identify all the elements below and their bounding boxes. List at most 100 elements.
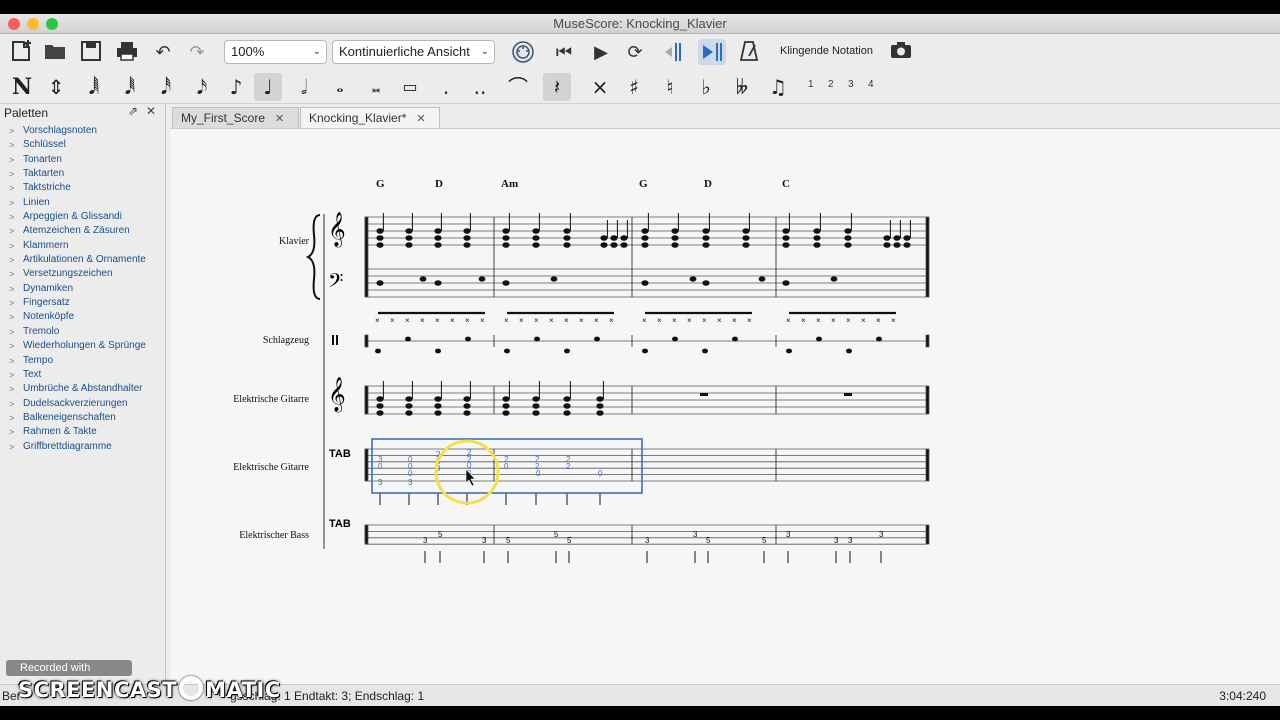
percussion-clef-icon[interactable]: [336, 335, 338, 345]
chord-symbol[interactable]: D: [435, 178, 443, 190]
hihat-note[interactable]: ×: [375, 316, 380, 325]
notehead[interactable]: [463, 228, 471, 234]
tie-icon[interactable]: ⌒: [504, 73, 532, 101]
bass-fret-number[interactable]: 5: [567, 536, 572, 545]
hihat-note[interactable]: ×: [861, 316, 866, 325]
bass-fret-number[interactable]: 3: [848, 536, 853, 545]
close-tab-icon[interactable]: ✕: [275, 113, 284, 125]
notehead[interactable]: [641, 235, 649, 241]
chord-symbol[interactable]: C: [782, 178, 790, 190]
notehead[interactable]: [671, 242, 679, 248]
notehead[interactable]: [844, 235, 852, 241]
bass-fret-number[interactable]: 3: [879, 530, 884, 539]
score-canvas[interactable]: G D Am G D C Klavier Schlagzeug Elektris…: [170, 128, 1280, 694]
notehead[interactable]: [782, 242, 790, 248]
notehead[interactable]: [405, 336, 411, 342]
notehead[interactable]: [610, 235, 618, 241]
notehead[interactable]: [758, 276, 766, 282]
bass-clef-icon[interactable]: 𝄢: [328, 269, 343, 297]
notehead[interactable]: [642, 348, 648, 354]
note-half-icon[interactable]: 𝅗𝅥: [290, 73, 318, 101]
natural-icon[interactable]: ♮: [656, 73, 684, 101]
palette-item[interactable]: Atemzeichen & Zäsuren: [0, 224, 166, 238]
palette-item[interactable]: Griffbrettdiagramme: [0, 440, 166, 454]
notehead[interactable]: [563, 410, 571, 416]
hihat-note[interactable]: ×: [504, 316, 509, 325]
notehead[interactable]: [702, 348, 708, 354]
notehead[interactable]: [502, 228, 510, 234]
notehead[interactable]: [742, 235, 750, 241]
notehead[interactable]: [782, 235, 790, 241]
midi-input-icon[interactable]: [508, 39, 538, 65]
hihat-note[interactable]: ×: [594, 316, 599, 325]
palette-item[interactable]: Text: [0, 368, 166, 382]
notehead[interactable]: [903, 235, 911, 241]
voice-3-button[interactable]: 3: [848, 79, 854, 90]
notehead[interactable]: [563, 396, 571, 402]
tab-fret-number[interactable]: 0: [598, 469, 603, 478]
treble-clef-icon[interactable]: 𝄞: [328, 212, 346, 248]
view-mode-select[interactable]: Kontinuierliche Ansicht ⌄: [332, 40, 495, 64]
chord-symbol[interactable]: G: [376, 178, 385, 190]
notehead[interactable]: [620, 242, 628, 248]
notehead[interactable]: [782, 228, 790, 234]
notehead[interactable]: [434, 403, 442, 409]
hihat-note[interactable]: ×: [579, 316, 584, 325]
notehead[interactable]: [596, 396, 604, 402]
loop-in-icon[interactable]: [660, 39, 688, 65]
hihat-note[interactable]: ×: [450, 316, 455, 325]
notehead[interactable]: [405, 228, 413, 234]
instrument-name[interactable]: Klavier: [279, 236, 310, 247]
notehead[interactable]: [502, 396, 510, 402]
notehead[interactable]: [534, 336, 540, 342]
notehead[interactable]: [434, 235, 442, 241]
notehead[interactable]: [376, 403, 384, 409]
notehead[interactable]: [463, 242, 471, 248]
note-64th-icon[interactable]: 𝅘𝅥𝅲: [80, 73, 108, 101]
percussion-clef-icon[interactable]: [332, 335, 334, 345]
hihat-note[interactable]: ×: [801, 316, 806, 325]
notehead[interactable]: [465, 336, 471, 342]
notehead[interactable]: [463, 410, 471, 416]
instrument-name[interactable]: Elektrischer Bass: [239, 530, 309, 541]
tab-clef[interactable]: TAB: [329, 448, 351, 460]
notehead[interactable]: [376, 396, 384, 402]
notehead[interactable]: [702, 280, 710, 286]
notehead[interactable]: [813, 235, 821, 241]
hihat-note[interactable]: ×: [846, 316, 851, 325]
bass-fret-number[interactable]: 5: [506, 536, 511, 545]
camera-icon[interactable]: [887, 39, 915, 65]
rewind-icon[interactable]: ⏮: [550, 39, 578, 65]
notehead[interactable]: [376, 410, 384, 416]
minimize-window-icon[interactable]: [27, 18, 39, 30]
notehead[interactable]: [600, 242, 608, 248]
palette-item[interactable]: Wiederholungen & Sprünge: [0, 339, 166, 353]
notehead[interactable]: [596, 410, 604, 416]
bass-fret-number[interactable]: 5: [554, 530, 559, 539]
notehead[interactable]: [903, 242, 911, 248]
voice-2-button[interactable]: 2: [828, 79, 834, 90]
whole-rest[interactable]: [700, 393, 708, 396]
notehead[interactable]: [563, 235, 571, 241]
notehead[interactable]: [532, 396, 540, 402]
notehead[interactable]: [463, 403, 471, 409]
notehead[interactable]: [641, 280, 649, 286]
hihat-note[interactable]: ×: [717, 316, 722, 325]
notehead[interactable]: [641, 228, 649, 234]
bass-fret-number[interactable]: 3: [693, 530, 698, 539]
tab-fret-number[interactable]: 3: [378, 478, 383, 487]
note-whole-icon[interactable]: 𝅝: [326, 73, 354, 101]
hihat-note[interactable]: ×: [435, 316, 440, 325]
tab-fret-number[interactable]: 0: [504, 462, 509, 471]
note-eighth-icon[interactable]: 𝅘𝅥𝅯: [188, 73, 216, 101]
palette-item[interactable]: Rahmen & Takte: [0, 425, 166, 439]
notehead[interactable]: [742, 242, 750, 248]
notehead[interactable]: [846, 348, 852, 354]
hihat-note[interactable]: ×: [609, 316, 614, 325]
hihat-note[interactable]: ×: [672, 316, 677, 325]
notehead[interactable]: [883, 242, 891, 248]
notehead[interactable]: [876, 336, 882, 342]
notehead[interactable]: [502, 280, 510, 286]
flat-icon[interactable]: ♭: [692, 73, 720, 101]
notehead[interactable]: [434, 280, 442, 286]
